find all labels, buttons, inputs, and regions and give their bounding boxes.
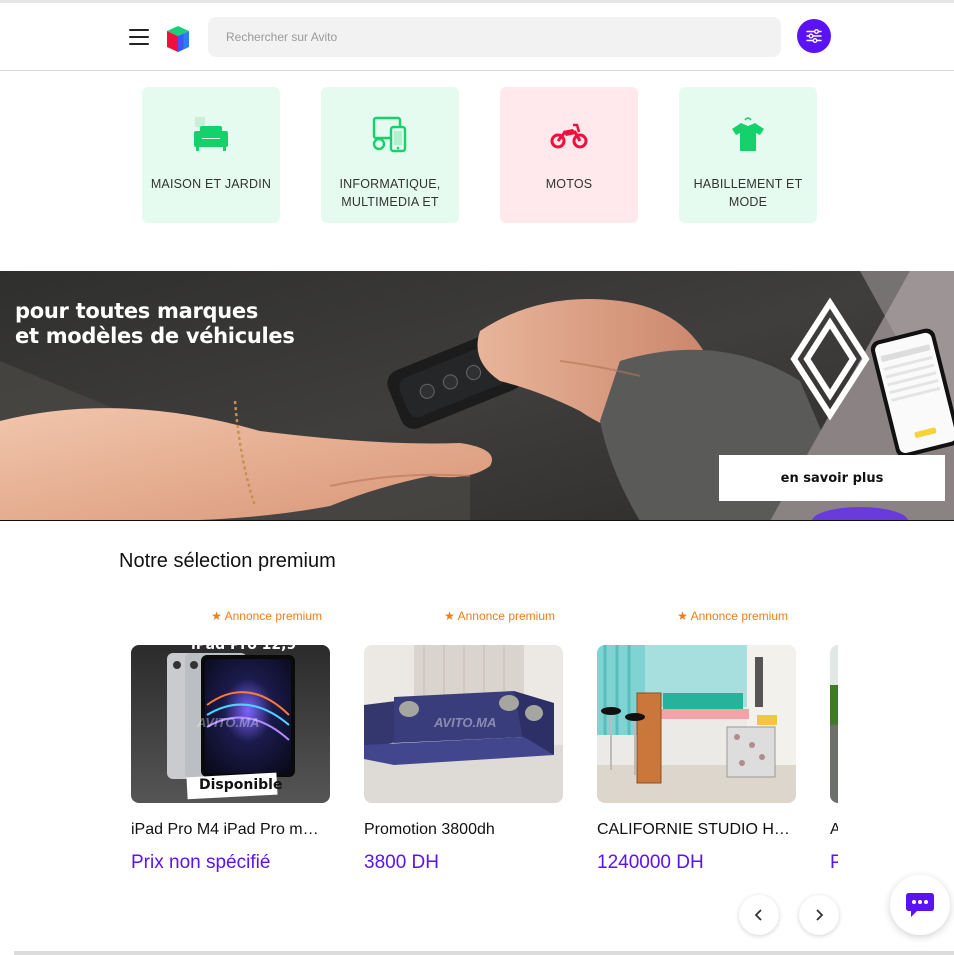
banner-headline: pour toutes marques et modèles de véhicu… <box>15 299 295 349</box>
studio-photo <box>597 645 796 803</box>
star-icon: ★ <box>677 609 688 623</box>
listing-title[interactable]: CALIFORNIE STUDIO H… <box>597 821 796 839</box>
listing-price: P <box>830 852 838 873</box>
star-icon: ★ <box>444 609 455 623</box>
listing-card-partial[interactable]: A P <box>830 604 838 884</box>
bottom-divider <box>14 951 954 955</box>
outdoor-photo <box>830 645 838 803</box>
listing-title[interactable]: A <box>830 821 838 839</box>
search-input[interactable] <box>208 17 781 57</box>
listing-price: 3800 DH <box>364 852 439 873</box>
learn-more-button[interactable]: en savoir plus <box>719 455 945 501</box>
listing-image[interactable]: AVITO.MA <box>364 645 563 803</box>
section-title: Notre sélection premium <box>119 550 336 572</box>
ipad-top-text: iPad Pro 12,9 <box>191 645 297 653</box>
banner-line-2: et modèles de véhicules <box>15 324 295 348</box>
category-label: MOTOS <box>545 177 593 191</box>
premium-badge: ★ Annonce premium <box>211 609 322 623</box>
ipad-watermark: AVITO.MA <box>197 715 260 730</box>
chevron-right-icon <box>816 909 824 921</box>
tshirt-icon <box>732 117 764 151</box>
listing-title[interactable]: Promotion 3800dh <box>364 821 563 839</box>
category-label: MAISON ET JARDIN <box>150 177 272 191</box>
header <box>0 3 954 71</box>
motorcycle-icon <box>550 123 588 149</box>
listing-image[interactable]: iPad Pro 12,9 AVITO.MA Disponible <box>131 645 330 803</box>
listing-card[interactable]: ★ Annonce premium CALIFORNIE STUDIO H… 1… <box>597 604 796 884</box>
category-habillement[interactable]: HABILLEMENT ET MODE <box>679 87 817 223</box>
category-label: HABILLEMENT ET MODE <box>693 177 803 209</box>
banner-line-1: pour toutes marques <box>15 299 259 323</box>
category-maison-jardin[interactable]: MAISON ET JARDIN <box>142 87 280 223</box>
premium-badge: ★ Annonce premium <box>444 609 555 623</box>
category-informatique[interactable]: INFORMATIQUE, MULTIMEDIA ET <box>321 87 459 223</box>
sofa-watermark: AVITO.MA <box>434 715 497 730</box>
premium-badge: ★ Annonce premium <box>677 609 788 623</box>
chat-icon <box>906 893 934 917</box>
listing-image[interactable] <box>597 645 796 803</box>
listing-image[interactable] <box>830 645 838 803</box>
category-label: INFORMATIQUE, MULTIMEDIA ET <box>339 177 441 209</box>
avito-logo[interactable] <box>165 25 193 53</box>
category-motos[interactable]: MOTOS <box>500 87 638 223</box>
listing-title[interactable]: iPad Pro M4 iPad Pro m… <box>131 821 330 839</box>
listing-price: Prix non spécifié <box>131 852 271 873</box>
listing-card[interactable]: ★ Annonce premium AVITO.MA Promotion 380… <box>364 604 563 884</box>
armchair-icon <box>194 117 228 151</box>
star-icon: ★ <box>211 609 222 623</box>
listing-price: 1240000 DH <box>597 852 704 873</box>
listing-card[interactable]: ★ Annonce premium iPad Pro 12,9 AVITO.MA… <box>131 604 330 884</box>
promo-banner[interactable]: pour toutes marques et modèles de véhicu… <box>0 271 954 521</box>
devices-icon <box>372 116 407 153</box>
disponible-text: Disponible <box>199 777 283 793</box>
sliders-icon <box>806 29 822 43</box>
chevron-left-icon <box>754 909 762 921</box>
chat-button[interactable] <box>890 875 950 935</box>
carousel-next-button[interactable] <box>799 895 839 935</box>
carousel-prev-button[interactable] <box>739 895 779 935</box>
filter-button[interactable] <box>797 19 831 53</box>
menu-icon[interactable] <box>129 29 149 45</box>
